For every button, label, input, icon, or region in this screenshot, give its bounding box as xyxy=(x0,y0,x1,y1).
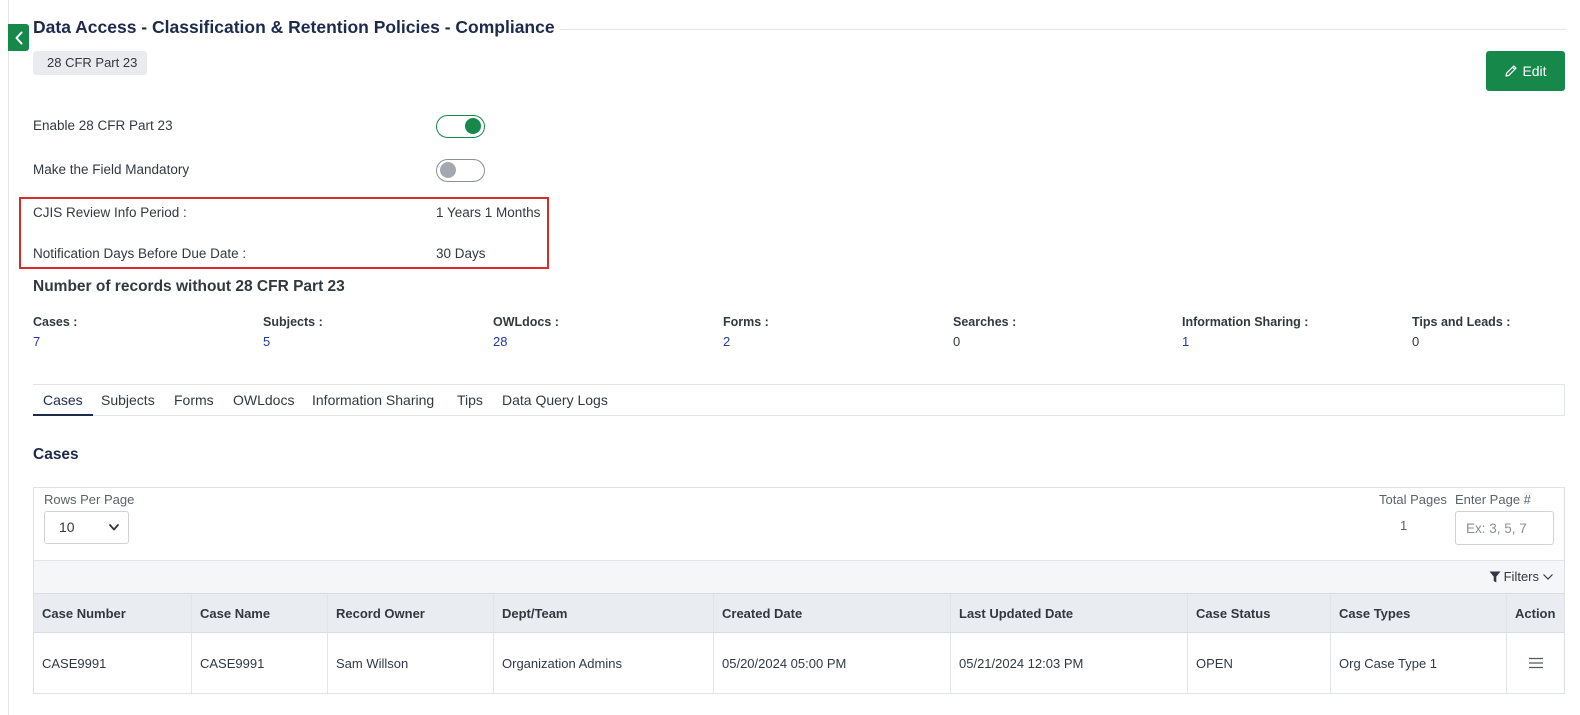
total-pages-label: Total Pages xyxy=(1379,492,1447,507)
stat-label: Information Sharing : xyxy=(1182,315,1309,329)
hamburger-menu-icon[interactable] xyxy=(1528,657,1543,669)
stat-label: Searches : xyxy=(953,315,1017,329)
chevron-left-icon xyxy=(15,31,22,44)
stat-value-link[interactable]: 2 xyxy=(723,334,769,349)
stat-subjects: Subjects : 5 xyxy=(263,315,323,349)
stat-label: Cases : xyxy=(33,315,78,329)
cell-last-updated-date: 05/21/2024 12:03 PM xyxy=(951,633,1188,693)
stat-owldocs: OWLdocs : 28 xyxy=(493,315,559,349)
column-header-case-number[interactable]: Case Number xyxy=(34,594,192,632)
table-header: Case Number Case Name Record Owner Dept/… xyxy=(34,593,1564,633)
tab-information-sharing[interactable]: Information Sharing xyxy=(312,385,434,416)
stat-tips-and-leads: Tips and Leads : 0 xyxy=(1412,315,1510,349)
page-title: Data Access - Classification & Retention… xyxy=(33,17,555,37)
notification-days-value: 30 Days xyxy=(436,246,486,261)
column-header-case-status[interactable]: Case Status xyxy=(1188,594,1331,632)
tabs-bar: Cases Subjects Forms OWLdocs Information… xyxy=(33,384,1565,416)
review-period-value: 1 Years 1 Months xyxy=(436,205,541,220)
rows-per-page-select[interactable]: 10 xyxy=(44,511,129,544)
review-period-label: CJIS Review Info Period : xyxy=(33,205,187,220)
cell-record-owner: Sam Willson xyxy=(328,633,494,693)
table-row[interactable]: CASE9991 CASE9991 Sam Willson Organizati… xyxy=(34,633,1564,693)
edit-button[interactable]: Edit xyxy=(1486,51,1565,91)
stat-cases: Cases : 7 xyxy=(33,315,77,349)
records-heading: Number of records without 28 CFR Part 23 xyxy=(33,278,345,295)
filters-button[interactable]: Filters xyxy=(1489,569,1554,584)
rows-per-page-value: 10 xyxy=(59,519,75,535)
mandatory-field-toggle[interactable] xyxy=(436,159,485,182)
toggle-knob xyxy=(465,118,481,134)
title-divider xyxy=(560,29,1566,30)
column-header-case-types[interactable]: Case Types xyxy=(1331,594,1507,632)
left-rail xyxy=(0,0,9,715)
toggle-knob xyxy=(440,162,456,178)
cell-case-types: Org Case Type 1 xyxy=(1331,633,1507,693)
column-header-action: Action xyxy=(1515,605,1556,621)
notification-days-label: Notification Days Before Due Date : xyxy=(33,246,247,261)
stat-forms: Forms : 2 xyxy=(723,315,769,349)
cell-case-name: CASE9991 xyxy=(192,633,328,693)
rows-per-page-label: Rows Per Page xyxy=(44,492,135,507)
stat-label: Tips and Leads : xyxy=(1412,315,1511,329)
filter-bar: Filters xyxy=(34,560,1564,593)
stat-value-link[interactable]: 1 xyxy=(1182,334,1308,349)
enable-policy-toggle[interactable] xyxy=(436,115,485,138)
cell-case-number: CASE9991 xyxy=(34,633,192,693)
policy-chip: 28 CFR Part 23 xyxy=(33,51,148,75)
column-header-dept-team[interactable]: Dept/Team xyxy=(494,594,714,632)
enter-page-label: Enter Page # xyxy=(1455,492,1531,507)
column-header-record-owner[interactable]: Record Owner xyxy=(328,594,494,632)
tab-cases[interactable]: Cases xyxy=(33,385,93,416)
cell-case-status: OPEN xyxy=(1188,633,1331,693)
enter-page-input[interactable] xyxy=(1455,511,1554,545)
enable-policy-label: Enable 28 CFR Part 23 xyxy=(33,118,173,133)
stat-searches: Searches : 0 xyxy=(953,315,1016,349)
cell-created-date: 05/20/2024 05:00 PM xyxy=(714,633,951,693)
pencil-icon xyxy=(1505,65,1518,77)
cases-table-card: Rows Per Page 10 Total Pages 1 Enter Pag… xyxy=(33,487,1565,694)
stat-label: Forms : xyxy=(723,315,769,329)
tab-subjects[interactable]: Subjects xyxy=(101,385,155,416)
tab-tips[interactable]: Tips xyxy=(457,385,483,416)
stat-value-link[interactable]: 7 xyxy=(33,334,77,349)
filter-icon xyxy=(1489,571,1501,582)
cases-heading: Cases xyxy=(33,446,79,463)
column-header-last-updated-date[interactable]: Last Updated Date xyxy=(951,594,1188,632)
tab-forms[interactable]: Forms xyxy=(174,385,214,416)
collapse-sidebar-button[interactable] xyxy=(8,24,29,51)
mandatory-field-label: Make the Field Mandatory xyxy=(33,162,190,177)
column-header-created-date[interactable]: Created Date xyxy=(714,594,951,632)
stat-value-link[interactable]: 5 xyxy=(263,334,323,349)
stat-value: 0 xyxy=(953,334,961,349)
stat-value-link[interactable]: 28 xyxy=(493,334,559,349)
chevron-down-icon xyxy=(109,524,119,531)
filters-label: Filters xyxy=(1503,569,1539,584)
tab-owldocs[interactable]: OWLdocs xyxy=(233,385,294,416)
chevron-down-icon xyxy=(1543,573,1553,580)
total-pages-value: 1 xyxy=(1400,518,1408,533)
cell-action xyxy=(1507,633,1564,693)
column-header-case-name[interactable]: Case Name xyxy=(192,594,328,632)
edit-button-label: Edit xyxy=(1522,63,1547,79)
stat-value: 0 xyxy=(1412,334,1420,349)
cell-dept-team: Organization Admins xyxy=(494,633,714,693)
stat-label: Subjects : xyxy=(263,315,323,329)
stat-label: OWLdocs : xyxy=(493,315,559,329)
stat-information-sharing: Information Sharing : 1 xyxy=(1182,315,1308,349)
tab-data-query-logs[interactable]: Data Query Logs xyxy=(502,385,608,416)
